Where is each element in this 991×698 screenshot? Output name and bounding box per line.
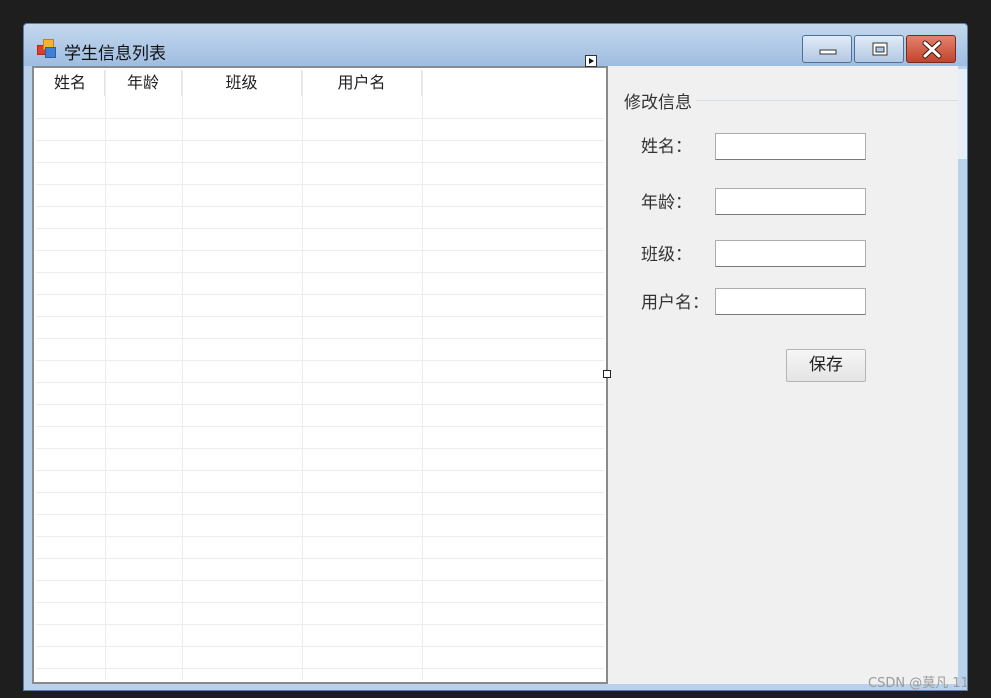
grid-row-line [36, 184, 604, 185]
grid-row-line [36, 382, 604, 383]
age-label: 年龄： [641, 193, 692, 213]
grid-row-line [36, 580, 604, 581]
save-button[interactable]: 保存 [786, 349, 866, 382]
student-data-grid[interactable]: 姓名 年龄 班级 用户名 [32, 66, 608, 684]
grid-row-line [36, 140, 604, 141]
grid-row-line [36, 558, 604, 559]
name-label: 姓名： [641, 137, 692, 157]
grid-row-line [36, 338, 604, 339]
window-title: 学生信息列表 [64, 44, 166, 64]
minimize-icon [819, 49, 837, 55]
edit-group-title: 修改信息 [622, 88, 694, 113]
main-window: 学生信息列表 姓名 年龄 班级 用户名 修改信息 姓名： 年龄： 班级： 用户名… [23, 23, 968, 691]
close-button[interactable] [906, 35, 956, 63]
app-icon [37, 39, 57, 58]
grid-row-line [36, 536, 604, 537]
minimize-button[interactable] [802, 35, 852, 63]
group-divider [696, 100, 958, 101]
window-edge-highlight [958, 69, 967, 159]
maximize-button[interactable] [854, 35, 904, 63]
grid-smart-tag-icon[interactable] [585, 55, 597, 67]
class-input[interactable] [715, 240, 866, 267]
grid-row-line [36, 316, 604, 317]
column-header-username[interactable]: 用户名 [302, 70, 422, 96]
name-input[interactable] [715, 133, 866, 160]
grid-row-line [36, 668, 604, 669]
title-bar[interactable]: 学生信息列表 [24, 24, 967, 66]
grid-row-line [36, 360, 604, 361]
grid-row-line [36, 162, 604, 163]
grid-row-line [36, 624, 604, 625]
form-client-area: 姓名 年龄 班级 用户名 修改信息 姓名： 年龄： 班级： 用户名： 保存 [32, 66, 958, 684]
grid-row-line [36, 646, 604, 647]
class-label: 班级： [641, 245, 692, 265]
grid-row-line [36, 426, 604, 427]
close-icon [922, 40, 942, 59]
grid-row-line [36, 470, 604, 471]
username-input[interactable] [715, 288, 866, 315]
grid-row-line [36, 514, 604, 515]
username-label: 用户名： [641, 293, 709, 313]
resize-handle[interactable] [603, 370, 611, 378]
grid-row-line [36, 294, 604, 295]
maximize-icon [872, 42, 888, 56]
column-header-name[interactable]: 姓名 [36, 70, 105, 96]
grid-row-line [36, 492, 604, 493]
grid-row-line [36, 602, 604, 603]
grid-row-line [36, 272, 604, 273]
grid-row-line [36, 228, 604, 229]
grid-row-line [36, 250, 604, 251]
watermark: CSDN @莫凡 11 [868, 676, 969, 691]
column-header-class[interactable]: 班级 [182, 70, 302, 96]
grid-row-line [36, 118, 604, 119]
column-header-age[interactable]: 年龄 [105, 70, 182, 96]
grid-row-line [36, 206, 604, 207]
grid-row-line [36, 448, 604, 449]
grid-row-line [36, 404, 604, 405]
age-input[interactable] [715, 188, 866, 215]
